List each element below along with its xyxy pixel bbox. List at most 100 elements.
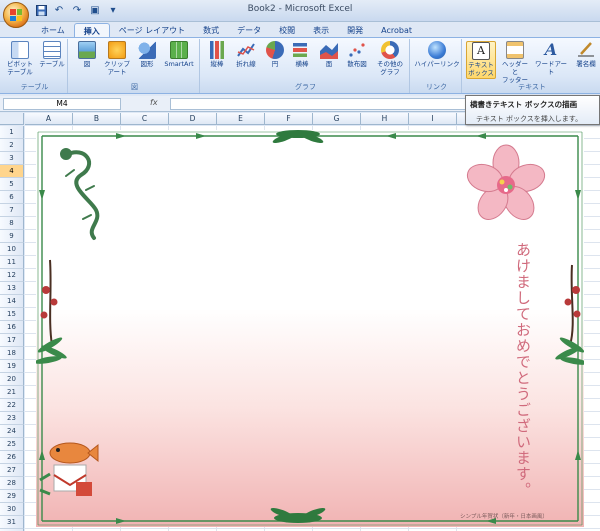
row-header[interactable]: 16 xyxy=(0,321,24,334)
row-header[interactable]: 9 xyxy=(0,230,24,243)
text-group-label: テキスト xyxy=(518,83,546,91)
smartart-button[interactable]: SmartArt xyxy=(162,41,196,68)
row-header[interactable]: 23 xyxy=(0,412,24,425)
row-header[interactable]: 24 xyxy=(0,425,24,438)
row-header[interactable]: 3 xyxy=(0,152,24,165)
column-header[interactable]: A xyxy=(25,113,73,125)
column-header[interactable]: G xyxy=(313,113,361,125)
tab-4[interactable]: データ xyxy=(228,23,270,38)
row-header[interactable]: 31 xyxy=(0,516,24,529)
select-all-corner[interactable] xyxy=(0,113,24,125)
pivot-table-button[interactable]: ピボット テーブル xyxy=(5,41,35,76)
row-header[interactable]: 21 xyxy=(0,386,24,399)
tab-8[interactable]: Acrobat xyxy=(372,23,421,38)
row-header[interactable]: 13 xyxy=(0,282,24,295)
clipart-button[interactable]: クリップ アート xyxy=(102,41,132,76)
textbox-tooltip: 横書きテキスト ボックスの描画 テキスト ボックスを挿入します。 xyxy=(465,95,600,125)
right-plum-bamboo-illustration xyxy=(555,264,584,365)
row-header[interactable]: 26 xyxy=(0,451,24,464)
office-button[interactable] xyxy=(3,2,29,28)
tab-6[interactable]: 表示 xyxy=(304,23,338,38)
bar-chart-button[interactable]: 横棒 xyxy=(290,41,314,68)
ribbon-group-charts: 縦棒 折れ線 円 横棒 面 散布図 その他の グラフ グラフ xyxy=(202,39,410,93)
textbox-button[interactable]: A テキスト ボックス xyxy=(466,41,496,79)
column-header[interactable]: B xyxy=(73,113,121,125)
column-header[interactable]: D xyxy=(169,113,217,125)
column-header[interactable]: F xyxy=(265,113,313,125)
ribbon-group-text: A テキスト ボックス ヘッダーと フッター A ワードアート 署名欄 テキスト xyxy=(464,39,600,93)
insert-function-icon[interactable]: fx xyxy=(150,98,158,107)
title-bar: ↶ ↷ ▣ ▾ Book2 - Microsoft Excel xyxy=(0,0,600,22)
tab-2[interactable]: ページ レイアウト xyxy=(110,23,194,38)
name-box[interactable]: M4 xyxy=(3,98,121,110)
row-header[interactable]: 12 xyxy=(0,269,24,282)
signature-line-icon xyxy=(577,41,595,59)
column-chart-icon xyxy=(208,41,226,59)
tab-3[interactable]: 数式 xyxy=(194,23,228,38)
header-footer-button[interactable]: ヘッダーと フッター xyxy=(499,41,531,84)
row-header[interactable]: 4 xyxy=(0,165,24,178)
new-year-greeting-text[interactable]: あけましておめでとうございます。 xyxy=(514,242,532,498)
line-chart-icon xyxy=(237,41,255,59)
scatter-chart-label: 散布図 xyxy=(347,60,367,68)
column-header[interactable]: E xyxy=(217,113,265,125)
area-chart-button[interactable]: 面 xyxy=(318,41,340,68)
column-header[interactable]: C xyxy=(121,113,169,125)
tooltip-body: テキスト ボックスを挿入します。 xyxy=(476,115,583,123)
row-header[interactable]: 8 xyxy=(0,217,24,230)
column-header[interactable]: I xyxy=(409,113,457,125)
scatter-chart-button[interactable]: 散布図 xyxy=(344,41,370,68)
line-chart-button[interactable]: 折れ線 xyxy=(232,41,260,68)
row-header[interactable]: 7 xyxy=(0,204,24,217)
dragon-illustration xyxy=(60,148,100,240)
row-header[interactable]: 20 xyxy=(0,373,24,386)
row-header[interactable]: 14 xyxy=(0,295,24,308)
row-header[interactable]: 10 xyxy=(0,243,24,256)
row-header[interactable]: 28 xyxy=(0,477,24,490)
tab-7[interactable]: 開発 xyxy=(338,23,372,38)
hyperlink-label: ハイパーリンク xyxy=(414,60,460,68)
shapes-label: 図形 xyxy=(140,60,154,68)
row-header[interactable]: 27 xyxy=(0,464,24,477)
header-footer-icon xyxy=(506,41,524,59)
tab-5[interactable]: 校閲 xyxy=(270,23,304,38)
tab-1[interactable]: 挿入 xyxy=(73,23,110,38)
row-header[interactable]: 17 xyxy=(0,334,24,347)
ribbon-group-illustrations: 図 クリップ アート 図形 SmartArt 図 xyxy=(70,39,200,93)
area-chart-icon xyxy=(320,41,338,59)
row-header[interactable]: 22 xyxy=(0,399,24,412)
other-charts-icon xyxy=(381,41,399,59)
wordart-icon: A xyxy=(544,40,558,59)
other-charts-button[interactable]: その他の グラフ xyxy=(374,41,406,76)
signature-line-button[interactable]: 署名欄 xyxy=(572,41,600,68)
tab-0[interactable]: ホーム xyxy=(32,23,74,38)
wordart-button[interactable]: A ワードアート xyxy=(534,40,568,77)
row-header[interactable]: 5 xyxy=(0,178,24,191)
row-header[interactable]: 11 xyxy=(0,256,24,269)
top-pine-decoration xyxy=(272,130,324,143)
shapes-button[interactable]: 図形 xyxy=(136,41,158,68)
bar-chart-icon xyxy=(293,41,311,59)
hyperlink-button[interactable]: ハイパーリンク xyxy=(414,41,460,68)
sea-bream-ornament-illustration xyxy=(39,442,99,496)
ribbon: ピボット テーブル テーブル テーブル 図 クリップ アート 図形 SmartA… xyxy=(0,37,600,94)
row-header[interactable]: 19 xyxy=(0,360,24,373)
column-chart-button[interactable]: 縦棒 xyxy=(206,41,228,68)
row-header[interactable]: 2 xyxy=(0,139,24,152)
row-header[interactable]: 6 xyxy=(0,191,24,204)
wordart-label: ワードアート xyxy=(534,60,568,76)
row-header[interactable]: 30 xyxy=(0,503,24,516)
picture-icon xyxy=(78,41,96,59)
header-footer-label: ヘッダーと フッター xyxy=(502,60,528,84)
row-header[interactable]: 29 xyxy=(0,490,24,503)
line-chart-label: 折れ線 xyxy=(236,60,256,68)
pivot-table-label: ピボット テーブル xyxy=(7,60,33,76)
row-header[interactable]: 1 xyxy=(0,126,24,139)
row-header[interactable]: 18 xyxy=(0,347,24,360)
row-header[interactable]: 15 xyxy=(0,308,24,321)
table-button[interactable]: テーブル xyxy=(38,41,66,68)
pie-chart-button[interactable]: 円 xyxy=(264,41,286,68)
picture-button[interactable]: 図 xyxy=(76,41,98,68)
column-header[interactable]: H xyxy=(361,113,409,125)
row-header[interactable]: 25 xyxy=(0,438,24,451)
